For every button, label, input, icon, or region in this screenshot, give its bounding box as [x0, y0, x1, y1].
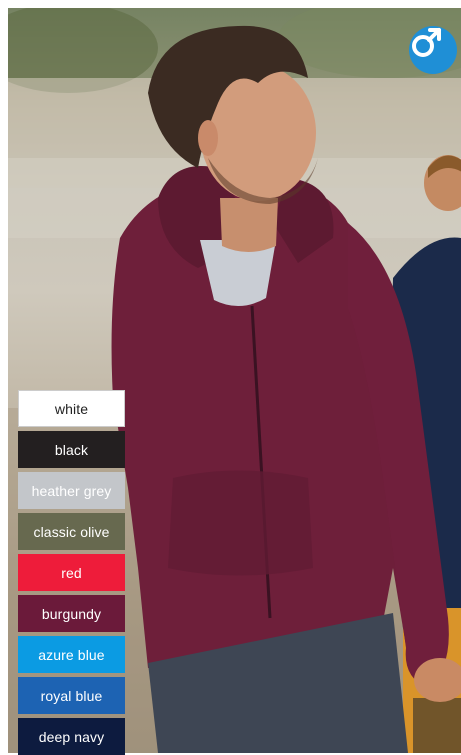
color-swatch-white[interactable]: white: [18, 390, 125, 427]
color-swatch-heather-grey[interactable]: heather grey: [18, 472, 125, 509]
male-gender-badge: [409, 26, 457, 74]
color-swatch-label: classic olive: [33, 523, 110, 540]
color-swatch-azure-blue[interactable]: azure blue: [18, 636, 125, 673]
color-swatch-label: royal blue: [40, 687, 103, 704]
color-swatch-red[interactable]: red: [18, 554, 125, 591]
color-swatch-list: white black heather grey classic olive r…: [18, 390, 125, 755]
color-swatch-black[interactable]: black: [18, 431, 125, 468]
color-swatch-label: heather grey: [31, 482, 112, 499]
color-swatch-classic-olive[interactable]: classic olive: [18, 513, 125, 550]
color-swatch-label: black: [54, 441, 89, 458]
color-swatch-label: azure blue: [38, 646, 105, 663]
color-swatch-label: white: [54, 400, 89, 417]
color-swatch-deep-navy[interactable]: deep navy: [18, 718, 125, 755]
color-swatch-label: deep navy: [38, 728, 105, 745]
color-swatch-royal-blue[interactable]: royal blue: [18, 677, 125, 714]
male-symbol-icon: [412, 28, 441, 57]
color-swatch-burgundy[interactable]: burgundy: [18, 595, 125, 632]
color-swatch-label: red: [61, 564, 82, 581]
color-swatch-label: burgundy: [41, 605, 102, 622]
